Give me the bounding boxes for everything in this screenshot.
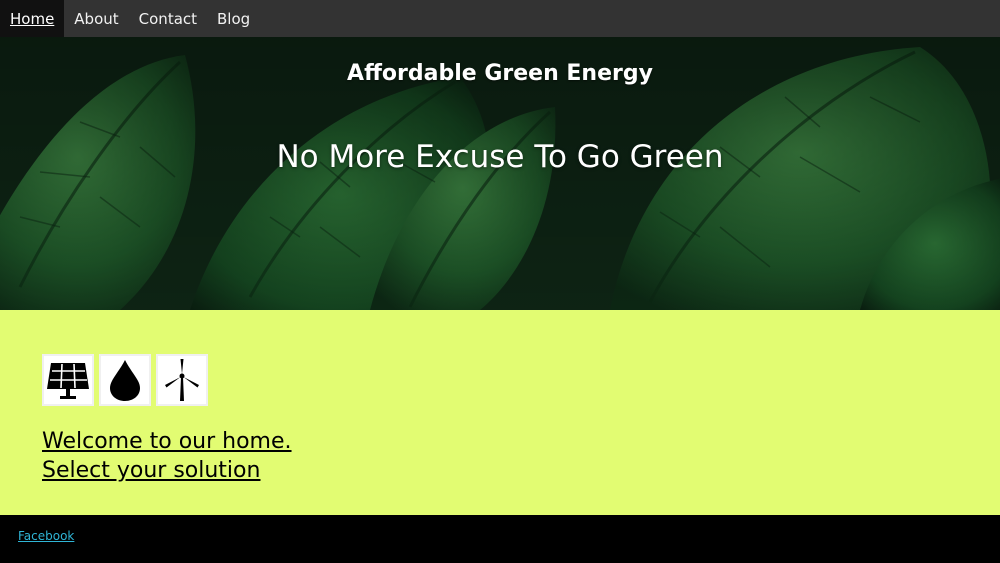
top-nav: Home About Contact Blog (0, 0, 1000, 37)
solar-panel-button[interactable] (42, 354, 94, 406)
nav-item-home[interactable]: Home (0, 0, 65, 37)
main-content: Welcome to our home. Select your solutio… (0, 310, 1000, 515)
solar-panel-icon (47, 363, 89, 399)
facebook-link[interactable]: Facebook (18, 529, 74, 543)
wind-turbine-icon (165, 359, 199, 401)
nav-item-contact[interactable]: Contact (129, 0, 207, 37)
hero-banner: Affordable Green Energy No More Excuse T… (0, 37, 1000, 310)
water-drop-button[interactable] (99, 354, 151, 406)
wind-turbine-button[interactable] (156, 354, 208, 406)
footer: Facebook (0, 515, 1000, 563)
hero-tagline: No More Excuse To Go Green (276, 139, 724, 175)
welcome-line-1[interactable]: Welcome to our home. (42, 427, 292, 456)
water-drop-icon (110, 360, 140, 401)
welcome-link[interactable]: Welcome to our home. Select your solutio… (42, 427, 292, 485)
nav-item-blog[interactable]: Blog (207, 0, 260, 37)
welcome-line-2[interactable]: Select your solution (42, 456, 292, 485)
hero-title: Affordable Green Energy (347, 61, 653, 86)
nav-item-about[interactable]: About (64, 0, 128, 37)
solution-icons (42, 354, 208, 406)
